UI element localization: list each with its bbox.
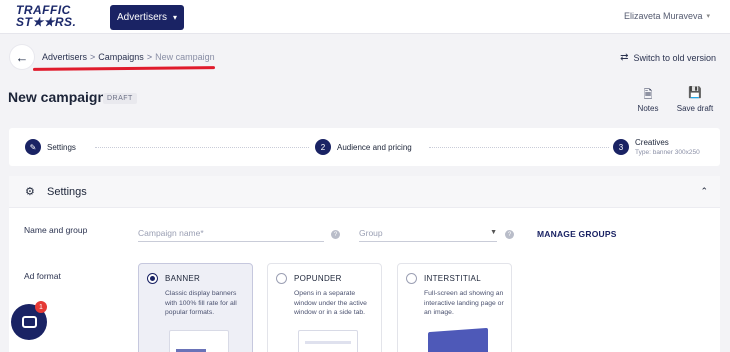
breadcrumb-current: New campaign [155,52,215,62]
popunder-preview-image [298,330,358,352]
chevron-down-icon: ▾ [706,13,710,20]
settings-title: Settings [47,186,87,198]
ad-format-interstitial[interactable]: INTERSTITIAL Full-screen ad showing an i… [397,263,512,352]
user-menu[interactable]: Elizaveta Muraveva ▾ [624,11,710,21]
campaign-stepper: ✎ Settings 2 Audience and pricing 3 Crea… [9,128,720,166]
notes-icon: 🗎 [643,89,653,101]
status-badge: DRAFT [103,93,137,104]
format-title: INTERSTITIAL [424,274,481,283]
step-label: Audience and pricing [337,142,412,152]
radio-unselected[interactable] [276,273,287,284]
banner-preview-image [169,330,229,352]
gear-icon: ⚙ [25,186,35,198]
interstitial-preview-image [428,327,488,352]
ad-format-banner[interactable]: BANNER Classic display banners with 100%… [138,263,253,352]
group-placeholder: Group [359,228,383,238]
floppy-disk-icon: 💾 [688,87,702,99]
red-annotation-underline [32,66,216,71]
step-number: 2 [315,139,331,155]
step-sublabel: Type: banner 300x250 [635,149,700,156]
breadcrumb-campaigns[interactable]: Campaigns [98,52,144,62]
settings-section: ⚙ Settings ⌃ Name and group Campaign nam… [9,176,720,352]
step-creatives[interactable]: 3 Creatives Type: banner 300x250 [613,128,700,166]
user-name: Elizaveta Muraveva [623,11,703,21]
switch-to-old-version-link[interactable]: ⇄ Switch to old version [620,52,716,63]
settings-header[interactable]: ⚙ Settings ⌃ [9,176,720,208]
name-and-group-label: Name and group [24,225,88,235]
switch-old-label: Switch to old version [633,52,716,63]
step-divider [429,147,609,148]
manage-groups-link[interactable]: MANAGE GROUPS [537,229,617,239]
format-description: Full-screen ad showing an interactive la… [424,290,504,316]
format-description: Classic display banners with 100% fill r… [165,290,237,316]
switch-icon: ⇄ [620,52,629,63]
breadcrumb: Advertisers > Campaigns > New campaign [42,52,215,62]
chevron-down-icon: ▾ [173,13,178,22]
radio-unselected[interactable] [406,273,417,284]
step-number: 3 [613,139,629,155]
help-icon[interactable]: ? [331,230,340,239]
caret-down-icon: ▼ [490,229,497,236]
step-settings[interactable]: ✎ Settings [25,128,76,166]
chat-launcher-button[interactable]: 1 [11,301,47,340]
save-draft-button[interactable]: 💾 Save draft [672,86,718,113]
step-label: Creatives [635,138,669,147]
ad-format-label: Ad format [24,271,61,281]
chevron-up-icon[interactable]: ⌃ [700,186,708,197]
preview-window-bar [305,341,351,344]
back-button[interactable]: ← [10,45,34,69]
campaign-name-placeholder: Campaign name* [138,228,204,238]
trafficstars-logo[interactable]: TRAFFIC ST★★RS. [16,4,80,30]
radio-selected[interactable] [147,273,158,284]
save-draft-label: Save draft [676,104,714,113]
pencil-icon: ✎ [25,139,41,155]
ad-format-popunder[interactable]: POPUNDER Opens in a separate window unde… [267,263,382,352]
format-description: Opens in a separate window under the act… [294,290,367,316]
breadcrumb-separator: > [90,52,96,62]
campaign-name-input[interactable]: Campaign name* [138,228,324,242]
arrow-left-icon: ← [15,49,29,65]
top-bar: TRAFFIC ST★★RS. Advertisers ▾ Elizaveta … [0,0,730,34]
page-title: New campaign [8,89,107,105]
group-select[interactable]: Group ▼ [359,228,497,242]
advertisers-label: Advertisers [116,12,167,23]
advertisers-dropdown-button[interactable]: Advertisers ▾ [110,5,184,30]
step-divider [95,147,309,148]
step-label: Settings [47,142,76,152]
format-title: POPUNDER [294,274,342,283]
breadcrumb-advertisers[interactable]: Advertisers [42,52,87,62]
step-audience-and-pricing[interactable]: 2 Audience and pricing [315,128,412,166]
format-title: BANNER [165,274,201,283]
notification-badge: 1 [35,301,47,313]
notes-label: Notes [637,104,659,113]
help-icon[interactable]: ? [505,230,514,239]
notes-button[interactable]: 🗎 Notes [628,86,668,113]
breadcrumb-separator: > [146,52,153,62]
chat-icon [21,316,37,328]
